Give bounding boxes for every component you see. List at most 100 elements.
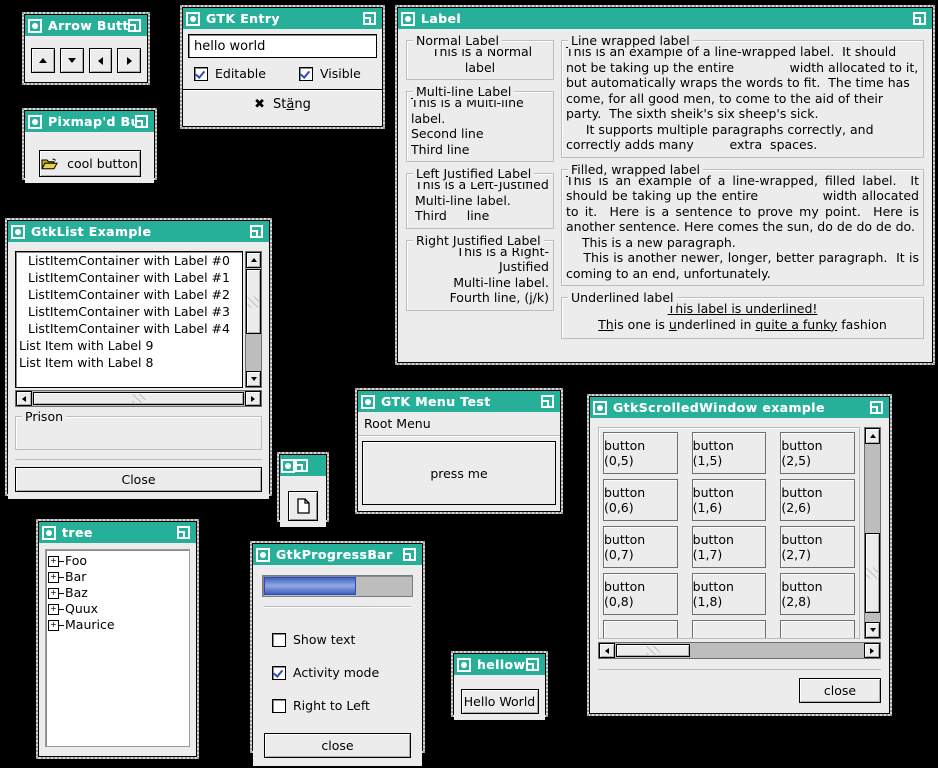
grid-button[interactable]: button (0,6) bbox=[603, 479, 678, 521]
maximize-icon[interactable] bbox=[250, 224, 264, 239]
tree-expander-icon[interactable]: + bbox=[48, 555, 59, 567]
arrow-right-button[interactable] bbox=[117, 48, 141, 73]
window-helloworld[interactable]: helloworld Hello World bbox=[451, 651, 548, 720]
window-menu-icon[interactable] bbox=[401, 11, 415, 26]
window-menu-icon[interactable] bbox=[593, 400, 607, 415]
window-menu-icon[interactable] bbox=[457, 657, 471, 672]
scrollbar-thumb[interactable] bbox=[246, 269, 261, 334]
titlebar[interactable]: helloworld bbox=[454, 654, 545, 675]
scrollbar-thumb[interactable] bbox=[865, 533, 880, 613]
scroll-down-button[interactable] bbox=[246, 371, 261, 387]
editable-checkbox[interactable]: Editable bbox=[194, 66, 299, 81]
menubar[interactable]: Root Menu bbox=[358, 412, 560, 436]
text-entry-field[interactable]: hello world bbox=[188, 34, 377, 58]
list-item[interactable]: ListItemContainer with Label #1 bbox=[16, 269, 242, 286]
titlebar[interactable]: GtkProgressBar bbox=[253, 544, 422, 565]
grid-button[interactable]: button (2,5) bbox=[780, 432, 856, 474]
window-scrolledwindow-example[interactable]: GtkScrolledWindow example button (0,5) bu… bbox=[587, 394, 892, 716]
grid-horizontal-scrollbar[interactable] bbox=[598, 642, 881, 659]
grid-button[interactable]: button (2,6) bbox=[780, 479, 856, 521]
arrow-left-button[interactable] bbox=[88, 48, 113, 73]
maximize-icon[interactable] bbox=[403, 547, 417, 562]
grid-button[interactable] bbox=[603, 620, 678, 638]
scroll-up-button[interactable] bbox=[865, 428, 880, 444]
window-arrow-buttons[interactable]: Arrow Buttons bbox=[22, 12, 150, 85]
tree-node[interactable]: + Baz bbox=[48, 585, 187, 601]
list-item[interactable]: ListItemContainer with Label #2 bbox=[16, 286, 242, 303]
list-item[interactable]: List Item with Label 8 bbox=[16, 354, 242, 371]
tree-node[interactable]: + Quux bbox=[48, 601, 187, 617]
maximize-icon[interactable] bbox=[363, 11, 377, 26]
titlebar[interactable]: Pixmap'd Butto bbox=[25, 111, 154, 132]
maximize-icon[interactable] bbox=[295, 458, 309, 473]
window-progressbar[interactable]: GtkProgressBar Show text Activity mode R… bbox=[250, 541, 425, 766]
window-menu-icon[interactable] bbox=[28, 114, 42, 129]
press-me-area[interactable]: press me bbox=[362, 441, 556, 505]
visible-checkbox[interactable]: Visible bbox=[299, 66, 361, 81]
window-gtk-menu-test[interactable]: GTK Menu Test Root Menu press me bbox=[355, 388, 563, 514]
window-menu-icon[interactable] bbox=[28, 18, 42, 33]
grid-button[interactable]: button (0,5) bbox=[603, 432, 678, 474]
cool-button[interactable]: cool button bbox=[38, 150, 141, 177]
window-gtklist-example[interactable]: GtkList Example ListItemContainer with L… bbox=[5, 218, 272, 499]
window-menu-icon[interactable] bbox=[281, 458, 295, 473]
list-item[interactable]: ListItemContainer with Label #0 bbox=[16, 252, 242, 269]
grid-button[interactable]: button (1,5) bbox=[691, 432, 767, 474]
hello-world-button[interactable]: Hello World bbox=[460, 689, 539, 714]
window-menu-icon[interactable] bbox=[186, 11, 200, 26]
right-to-left-checkbox[interactable]: Right to Left bbox=[272, 698, 370, 713]
maximize-icon[interactable] bbox=[177, 525, 191, 540]
grid-vertical-scrollbar[interactable] bbox=[864, 427, 881, 639]
stang-close-button[interactable]: ✖ Stäng bbox=[183, 89, 382, 119]
titlebar[interactable]: Arrow Buttons bbox=[25, 15, 147, 36]
titlebar[interactable]: GTK Entry bbox=[183, 8, 382, 29]
tree-expander-icon[interactable]: + bbox=[48, 587, 59, 599]
scrolled-close-button[interactable]: close bbox=[799, 678, 881, 703]
list-item[interactable]: ListItemContainer with Label #3 bbox=[16, 303, 242, 320]
grid-button[interactable]: button (1,7) bbox=[691, 526, 767, 568]
titlebar[interactable]: GtkList Example bbox=[8, 221, 269, 242]
grid-button[interactable]: button (1,8) bbox=[691, 573, 767, 615]
tree-expander-icon[interactable]: + bbox=[48, 619, 59, 631]
titlebar[interactable]: GtkScrolledWindow example bbox=[590, 397, 889, 418]
grid-button[interactable]: button (2,7) bbox=[780, 526, 856, 568]
maximize-icon[interactable] bbox=[913, 11, 927, 26]
button-grid[interactable]: button (0,5) button (1,5) button (2,5) butt… bbox=[598, 427, 860, 639]
list-box[interactable]: ListItemContainer with Label #0 ListItemC… bbox=[15, 251, 243, 388]
list-close-button[interactable]: Close bbox=[15, 467, 262, 492]
window-menu-icon[interactable] bbox=[42, 525, 56, 540]
root-menu-item[interactable]: Root Menu bbox=[364, 416, 431, 431]
arrow-up-button[interactable] bbox=[31, 48, 55, 73]
scroll-up-button[interactable] bbox=[246, 252, 261, 268]
list-horizontal-scrollbar[interactable] bbox=[15, 390, 262, 407]
grid-button[interactable]: button (0,7) bbox=[603, 526, 678, 568]
tree-view[interactable]: + Foo + Bar + Baz + Quux + Maurice bbox=[45, 549, 190, 747]
tree-expander-icon[interactable]: + bbox=[48, 571, 59, 583]
window-tree[interactable]: tree + Foo + Bar + Baz + Quux + Maurice bbox=[36, 519, 199, 759]
scroll-right-button[interactable] bbox=[245, 391, 261, 406]
scroll-down-button[interactable] bbox=[865, 622, 880, 638]
maximize-icon[interactable] bbox=[135, 114, 149, 129]
maximize-icon[interactable] bbox=[541, 394, 555, 409]
window-gtk-entry[interactable]: GTK Entry hello world Editable Visible ✖… bbox=[180, 5, 385, 129]
show-text-checkbox[interactable]: Show text bbox=[272, 632, 355, 647]
arrow-down-button[interactable] bbox=[59, 48, 84, 73]
window-menu-icon[interactable] bbox=[361, 394, 375, 409]
maximize-icon[interactable] bbox=[526, 657, 540, 672]
window-menu-icon[interactable] bbox=[256, 547, 270, 562]
window-label[interactable]: Label Normal Label This is a Normal labe… bbox=[395, 5, 935, 365]
document-button[interactable] bbox=[288, 491, 318, 521]
titlebar[interactable] bbox=[280, 455, 326, 476]
grid-button[interactable]: button (0,8) bbox=[603, 573, 678, 615]
scroll-left-button[interactable] bbox=[16, 391, 32, 406]
grid-button[interactable] bbox=[691, 620, 767, 638]
scrollbar-thumb[interactable] bbox=[616, 644, 690, 657]
maximize-icon[interactable] bbox=[870, 400, 884, 415]
tree-node[interactable]: + Bar bbox=[48, 569, 187, 585]
list-item[interactable]: ListItemContainer with Label #4 bbox=[16, 320, 242, 337]
window-toolbar-tiny[interactable] bbox=[277, 452, 329, 527]
scroll-left-button[interactable] bbox=[599, 643, 615, 658]
titlebar[interactable]: Label bbox=[398, 8, 932, 29]
activity-mode-checkbox[interactable]: Activity mode bbox=[272, 665, 379, 680]
tree-node[interactable]: + Maurice bbox=[48, 617, 187, 633]
